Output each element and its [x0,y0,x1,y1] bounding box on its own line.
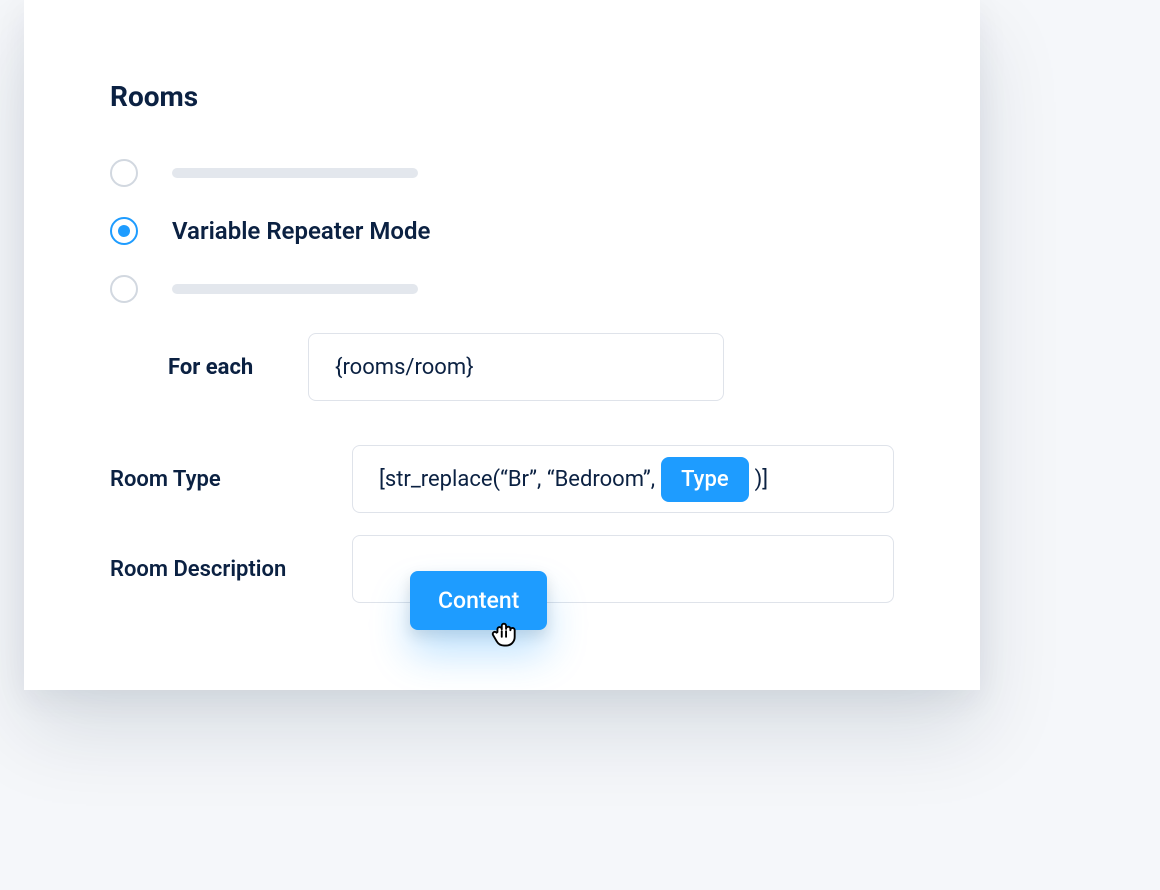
radio-icon [110,159,138,187]
radio-option-variable-repeater[interactable]: Variable Repeater Mode [110,217,894,245]
expr-suffix: )] [755,467,769,492]
settings-card: Rooms Variable Repeater Mode For each {r… [24,0,980,690]
section-title: Rooms [110,80,894,113]
room-type-input[interactable]: [str_replace(“Br”, “Bedroom”, Type )] [352,445,894,513]
radio-label: Variable Repeater Mode [172,217,430,245]
placeholder-label [172,168,418,178]
expr-prefix: [str_replace(“Br”, “Bedroom”, [379,467,655,492]
radio-option-3[interactable] [110,275,894,303]
room-description-input[interactable]: Content [352,535,894,603]
foreach-row: For each {rooms/room} [168,333,894,401]
content-drag-chip[interactable]: Content [410,571,547,630]
radio-option-1[interactable] [110,159,894,187]
room-type-label: Room Type [110,467,352,492]
room-description-label: Room Description [110,557,352,582]
foreach-label: For each [168,355,278,380]
room-type-row: Room Type [str_replace(“Br”, “Bedroom”, … [110,445,894,513]
type-chip[interactable]: Type [661,457,749,502]
room-description-row: Room Description Content [110,535,894,603]
foreach-input[interactable]: {rooms/room} [308,333,724,401]
radio-icon-selected [110,217,138,245]
foreach-value: {rooms/room} [335,355,474,380]
placeholder-label [172,284,418,294]
radio-icon [110,275,138,303]
room-type-expression: [str_replace(“Br”, “Bedroom”, Type )] [379,457,768,502]
